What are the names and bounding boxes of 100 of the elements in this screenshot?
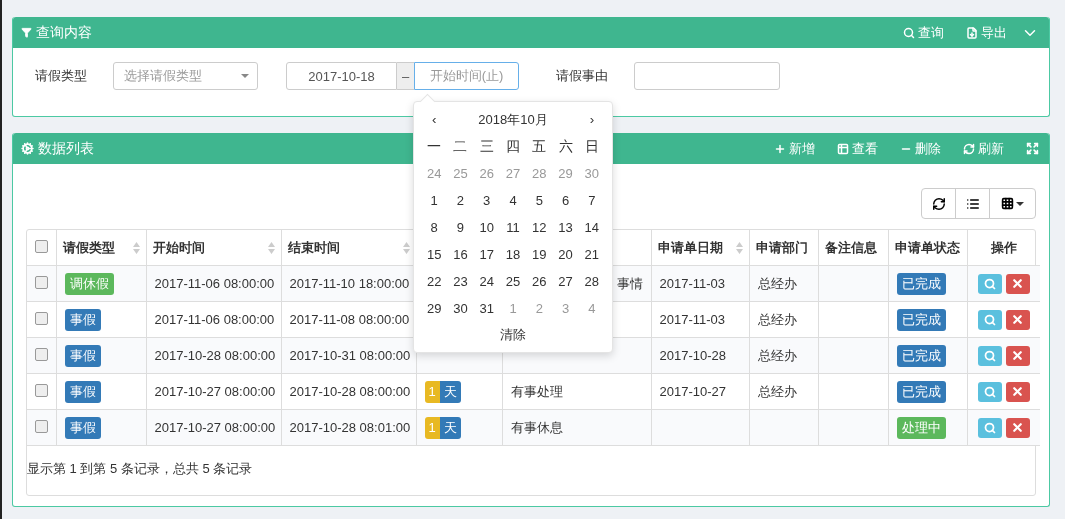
column-header: 结束时间 <box>287 238 340 257</box>
weekday-label: 三 <box>478 136 495 156</box>
delete-button[interactable] <box>1005 381 1030 402</box>
sort-icon[interactable] <box>735 241 743 254</box>
status-badge: 处理中 <box>896 416 946 439</box>
calendar-day[interactable]: 18 <box>499 241 527 268</box>
calendar-day[interactable]: 5 <box>526 187 553 214</box>
toggle-view-button[interactable] <box>955 188 990 219</box>
table-cell: 2017-10-31 08:00:00 <box>289 348 411 363</box>
delete-button[interactable] <box>1005 417 1030 438</box>
table-cell: 2017-10-27 08:00:00 <box>154 384 276 399</box>
calendar-day[interactable]: 22 <box>421 268 448 295</box>
caret-icon <box>1016 201 1024 206</box>
weekday-label: 五 <box>531 136 548 156</box>
view-button[interactable] <box>977 309 1002 330</box>
calendar-day[interactable]: 13 <box>552 214 579 241</box>
sort-icon[interactable] <box>402 241 410 254</box>
panel-title: 数据列表 <box>21 139 94 158</box>
refresh-icon <box>931 196 946 211</box>
status-badge: 已完成 <box>896 344 946 367</box>
columns-button[interactable] <box>989 188 1036 219</box>
gears-icon <box>21 142 34 155</box>
column-header: 申请部门 <box>755 238 808 257</box>
calendar-day[interactable]: 3 <box>473 187 500 214</box>
leave-type-badge: 事假 <box>64 308 101 331</box>
view-button[interactable] <box>977 381 1002 402</box>
previous-month-button[interactable]: ‹ <box>421 106 448 133</box>
row-checkbox[interactable] <box>35 383 48 397</box>
calendar-day[interactable]: 23 <box>447 268 474 295</box>
row-checkbox[interactable] <box>35 347 48 361</box>
leave-type-badge: 事假 <box>64 344 101 367</box>
calendar-day[interactable]: 24 <box>473 268 500 295</box>
table-cell: 总经办 <box>757 347 797 363</box>
status-badge: 已完成 <box>896 380 946 403</box>
calendar-day[interactable]: 26 <box>526 268 553 295</box>
calendar-day[interactable]: 8 <box>421 214 448 241</box>
search-icon <box>903 26 915 39</box>
delete-button[interactable] <box>1005 309 1030 330</box>
calendar-day[interactable]: 12 <box>526 214 553 241</box>
sort-icon[interactable] <box>132 241 140 254</box>
calendar-day[interactable]: 20 <box>552 241 579 268</box>
reason-field[interactable] <box>634 62 780 90</box>
weekday-label: 二 <box>452 136 469 156</box>
panel-title: 查询内容 <box>21 23 92 42</box>
calendar-day[interactable]: 15 <box>421 241 448 268</box>
calendar-day[interactable]: 16 <box>447 241 474 268</box>
file-icon <box>966 26 978 39</box>
row-checkbox[interactable] <box>35 311 48 325</box>
calendar-day[interactable]: 29 <box>421 295 448 322</box>
next-month-button[interactable]: › <box>578 106 605 133</box>
calendar-day[interactable]: 1 <box>421 187 448 214</box>
calendar-day[interactable]: 17 <box>473 241 500 268</box>
close-icon <box>1011 349 1025 362</box>
view-button[interactable] <box>977 273 1002 294</box>
table-cell: 总经办 <box>757 275 797 291</box>
column-header: 操作 <box>990 238 1017 257</box>
column-header: 开始时间 <box>152 238 205 257</box>
calendar-day[interactable]: 2 <box>447 187 474 214</box>
calendar-day[interactable]: 28 <box>578 268 605 295</box>
filter-icon <box>21 27 32 38</box>
list-icon <box>965 196 980 211</box>
calendar-day[interactable]: 4 <box>499 187 527 214</box>
calendar-day[interactable]: 21 <box>578 241 605 268</box>
calendar-day[interactable]: 6 <box>552 187 579 214</box>
status-badge: 已完成 <box>896 308 946 331</box>
weekday-label: 一 <box>426 136 443 156</box>
calendar-day[interactable]: 9 <box>447 214 474 241</box>
days-count-badge: 1 <box>424 380 440 403</box>
table-cell: 总经办 <box>757 383 797 399</box>
month-title[interactable]: 2018年10月 <box>447 106 579 133</box>
start-date-field[interactable]: 2017-10-18 <box>286 62 397 90</box>
close-icon <box>1011 385 1025 398</box>
calendar-day[interactable]: 14 <box>578 214 605 241</box>
row-checkbox[interactable] <box>35 419 48 433</box>
sort-icon[interactable] <box>267 241 275 254</box>
calendar-day[interactable]: 11 <box>499 214 527 241</box>
select-all-checkbox[interactable] <box>34 239 48 253</box>
view-button[interactable] <box>977 417 1002 438</box>
table-icon <box>837 142 849 155</box>
search-icon <box>983 277 996 290</box>
delete-button[interactable] <box>1005 345 1030 366</box>
calendar-day[interactable]: 25 <box>499 268 527 295</box>
weekday-label: 四 <box>505 136 521 156</box>
view-button[interactable] <box>977 345 1002 366</box>
table-cell: 2017-11-06 08:00:00 <box>154 312 275 327</box>
refresh-button[interactable] <box>921 188 956 219</box>
weekday-label: 日 <box>583 136 600 156</box>
calendar-day[interactable]: 19 <box>526 241 553 268</box>
search-icon <box>983 421 996 434</box>
calendar-day[interactable]: 31 <box>473 295 500 322</box>
fullscreen-icon[interactable] <box>1026 142 1039 155</box>
calendar-day[interactable]: 7 <box>578 187 605 214</box>
delete-button[interactable] <box>1005 273 1030 294</box>
clear-button[interactable]: 清除 <box>494 324 532 346</box>
row-checkbox[interactable] <box>35 275 48 289</box>
calendar-day[interactable]: 27 <box>552 268 579 295</box>
column-header: 备注信息 <box>824 238 877 257</box>
calendar-day[interactable]: 10 <box>473 214 500 241</box>
table-cell: 2017-10-28 <box>659 348 726 363</box>
calendar-day[interactable]: 30 <box>447 295 474 322</box>
